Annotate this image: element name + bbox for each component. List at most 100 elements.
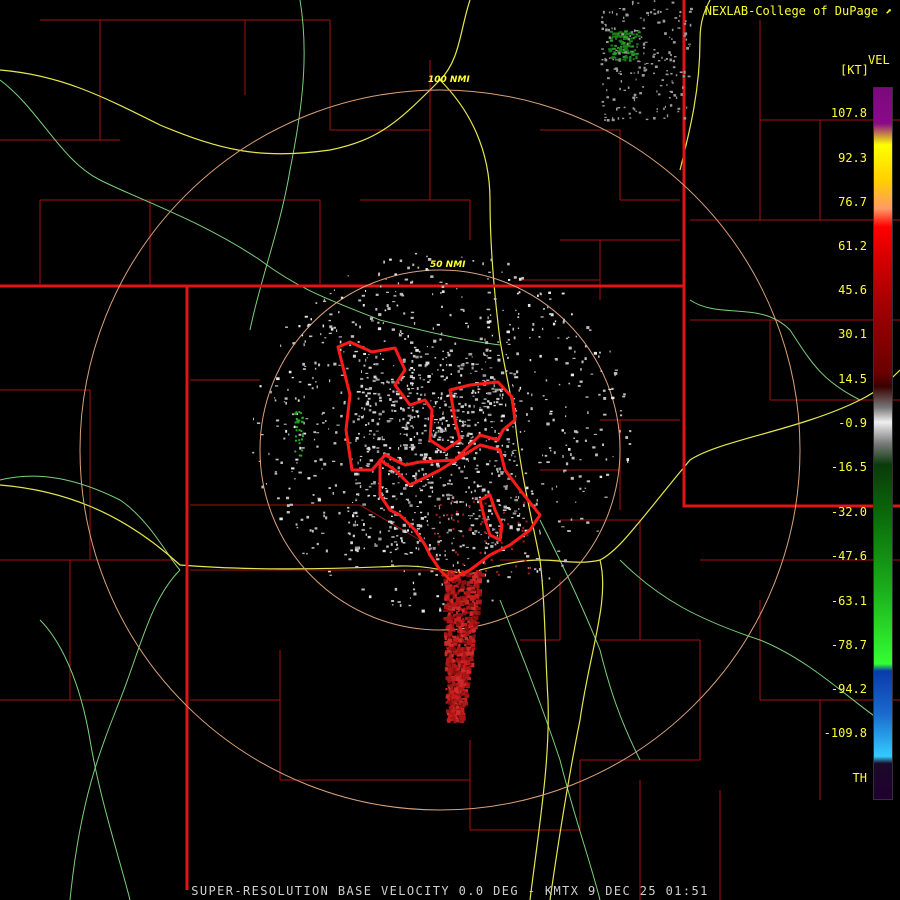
return-grey — [551, 487, 553, 491]
return-grey — [524, 552, 527, 555]
return-grey — [473, 481, 476, 484]
return-grey — [502, 309, 504, 312]
return-grey — [407, 414, 412, 417]
return-grey — [370, 320, 374, 322]
return-green — [610, 44, 614, 47]
return-grey — [432, 435, 435, 438]
return-grey — [357, 482, 361, 485]
return-grey — [542, 327, 544, 331]
return-grey — [423, 537, 426, 540]
return-grey — [517, 523, 522, 527]
return-red — [481, 520, 484, 523]
return-grey — [514, 498, 519, 502]
return-grey — [653, 0, 656, 2]
return-grey — [609, 350, 611, 353]
return-grey — [623, 393, 626, 396]
return-red — [462, 618, 465, 623]
return-grey — [404, 338, 407, 340]
return-grey — [460, 374, 463, 377]
return-grey — [452, 423, 455, 426]
return-red — [500, 541, 503, 544]
return-red — [479, 551, 482, 554]
return-grey — [525, 486, 529, 490]
return-red — [472, 629, 476, 633]
return-green — [294, 421, 297, 424]
return-grey — [512, 384, 514, 388]
return-grey — [602, 105, 605, 107]
return-grey — [489, 349, 492, 352]
return-grey — [489, 402, 493, 405]
return-grey — [439, 281, 443, 283]
return-red — [476, 591, 481, 594]
return-grey — [487, 291, 492, 294]
return-grey — [400, 444, 402, 447]
return-grey — [472, 395, 475, 397]
return-green — [619, 39, 623, 42]
return-grey — [450, 502, 452, 505]
return-grey — [457, 365, 461, 368]
return-grey — [373, 437, 375, 439]
return-grey — [310, 318, 312, 321]
return-grey — [307, 383, 312, 386]
return-grey — [538, 568, 542, 571]
return-grey — [570, 453, 572, 456]
return-grey — [529, 337, 531, 339]
return-grey — [362, 414, 365, 418]
return-grey — [348, 521, 351, 524]
return-grey — [652, 55, 655, 58]
return-grey — [379, 400, 383, 402]
return-grey — [446, 531, 449, 534]
return-grey — [378, 272, 381, 276]
return-grey — [515, 496, 518, 498]
return-grey — [540, 316, 544, 318]
return-grey — [425, 361, 430, 365]
return-grey — [314, 367, 317, 370]
return-grey — [399, 419, 401, 422]
return-grey — [514, 376, 519, 379]
return-grey — [530, 407, 533, 411]
return-grey — [612, 117, 614, 121]
return-grey — [431, 527, 436, 530]
return-grey — [450, 483, 453, 485]
return-grey — [538, 461, 542, 464]
return-green — [615, 35, 619, 38]
return-grey — [430, 400, 432, 402]
return-grey — [377, 327, 382, 331]
return-grey — [474, 468, 478, 470]
return-grey — [662, 19, 666, 23]
return-red — [467, 677, 472, 681]
radar-map[interactable]: 100 NMI 50 NMI — [0, 0, 900, 900]
return-grey — [471, 410, 475, 414]
return-grey — [496, 397, 500, 401]
return-grey — [579, 380, 583, 383]
return-grey — [275, 385, 279, 387]
return-grey — [432, 475, 434, 478]
external-link-icon[interactable]: ⬈ — [885, 5, 892, 18]
return-grey — [333, 362, 337, 366]
return-grey — [391, 515, 393, 517]
return-grey — [409, 504, 413, 507]
return-grey — [361, 588, 365, 591]
return-grey — [633, 98, 636, 102]
return-grey — [462, 544, 465, 547]
return-grey — [274, 399, 277, 402]
return-red — [467, 660, 471, 664]
return-grey — [375, 363, 379, 366]
return-grey — [466, 424, 471, 428]
return-grey — [627, 86, 630, 89]
return-grey — [405, 423, 408, 427]
return-grey — [419, 393, 423, 396]
return-grey — [324, 337, 327, 339]
return-grey — [549, 298, 552, 300]
return-grey — [383, 444, 388, 447]
return-grey — [423, 473, 425, 476]
return-grey — [355, 479, 357, 481]
return-green — [301, 438, 303, 441]
return-grey — [286, 496, 290, 500]
return-grey — [435, 450, 439, 454]
return-grey — [390, 404, 395, 407]
return-red — [445, 640, 450, 646]
return-grey — [431, 490, 434, 493]
return-grey — [542, 395, 545, 397]
return-green — [615, 37, 618, 40]
